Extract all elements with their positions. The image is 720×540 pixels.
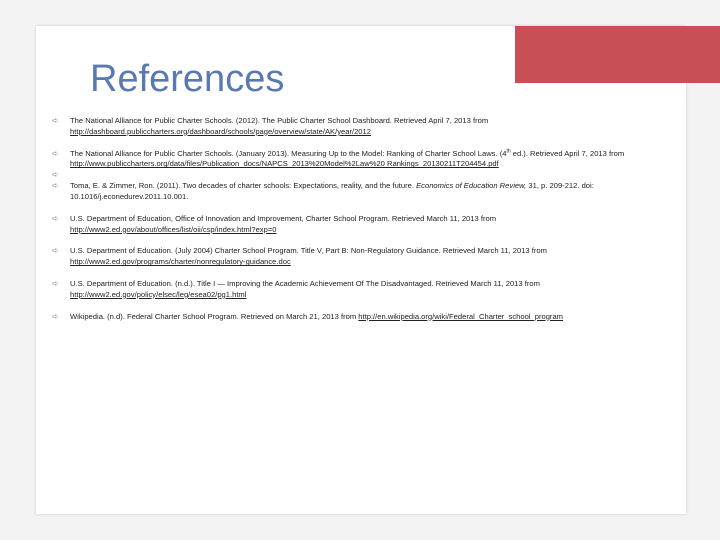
reference-text: U.S. Department of Education. (July 2004… — [70, 246, 547, 256]
reference-item: ➪ ➪ The National Alliance for Public Cha… — [52, 148, 682, 179]
arrow-right-icon: ➪ — [52, 181, 59, 191]
reference-item: ➪ U.S. Department of Education. (n.d.). … — [52, 279, 682, 301]
arrow-right-icon: ➪ — [52, 246, 59, 256]
reference-text: The National Alliance for Public Charter… — [70, 116, 489, 125]
page-title: References — [90, 58, 285, 100]
arrow-right-icon: ➪ — [52, 213, 59, 223]
reference-item: ➪ Wikipedia. (n.d). Federal Charter Scho… — [52, 312, 682, 323]
reference-text: Wikipedia. (n.d). Federal Charter School… — [70, 311, 359, 321]
reference-item: ➪ U.S. Department of Education. (July 20… — [52, 246, 682, 268]
journal-title: Economics of Education Review, — [416, 181, 527, 191]
reference-text: U.S. Department of Education, Office of … — [70, 213, 497, 223]
arrow-right-icon: ➪ — [52, 169, 59, 179]
reference-list: ➪ The National Alliance for Public Chart… — [52, 116, 682, 333]
arrow-right-icon: ➪ — [52, 148, 59, 158]
reference-link[interactable]: http://www.publiccharters.org/data/files… — [70, 159, 499, 168]
reference-text: The National Alliance for Public Charter… — [70, 148, 507, 158]
arrow-right-icon: ➪ — [52, 116, 59, 125]
accent-bar — [515, 26, 720, 83]
reference-link[interactable]: http://www2.ed.gov/policy/elsec/leg/esea… — [70, 290, 246, 299]
reference-item: ➪ U.S. Department of Education, Office o… — [52, 214, 682, 236]
reference-text: U.S. Department of Education. (n.d.). Ti… — [70, 278, 540, 288]
reference-item: ➪ The National Alliance for Public Chart… — [52, 116, 682, 138]
reference-link[interactable]: http://dashboard.publiccharters.org/dash… — [70, 127, 371, 136]
slide-background: References ➪ The National Alliance for P… — [0, 0, 720, 540]
reference-item: ➪ Toma, E. & Zimmer, Ron. (2011). Two de… — [52, 181, 682, 203]
reference-text: ed.). Retrieved April 7, 2013 from — [510, 148, 625, 158]
reference-link[interactable]: http://en.wikipedia.org/wiki/Federal_Cha… — [358, 312, 563, 321]
arrow-right-icon: ➪ — [52, 278, 59, 288]
reference-link[interactable]: http://www2.ed.gov/programs/charter/nonr… — [70, 257, 291, 266]
reference-text: Toma, E. & Zimmer, Ron. (2011). Two deca… — [70, 181, 417, 191]
arrow-right-icon: ➪ — [52, 311, 59, 321]
reference-link[interactable]: http://www2.ed.gov/about/offices/list/oi… — [70, 225, 276, 234]
